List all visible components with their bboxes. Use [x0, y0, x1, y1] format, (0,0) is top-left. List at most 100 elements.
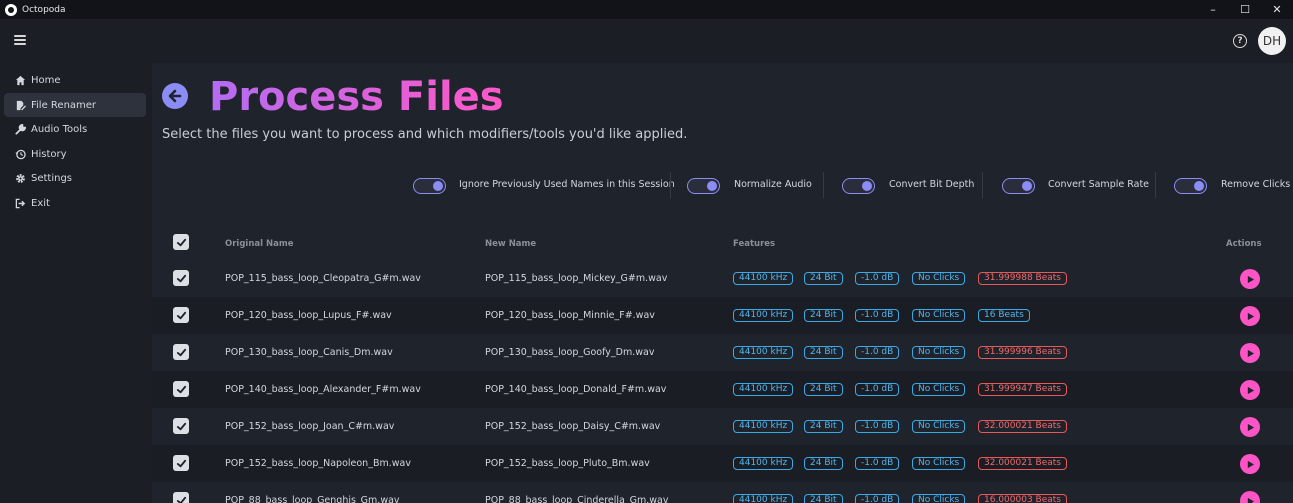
checkmark-icon: [176, 459, 186, 467]
sidebar-item-home[interactable]: Home: [4, 68, 146, 92]
clicks-badge: No Clicks: [912, 420, 966, 433]
row-checkbox[interactable]: [173, 307, 189, 323]
play-button[interactable]: [1240, 306, 1260, 326]
bit-depth-badge: 24 Bit: [804, 272, 843, 285]
sample-rate-badge: 44100 kHz: [733, 383, 794, 396]
page-subtitle: Select the files you want to process and…: [162, 127, 688, 142]
checkmark-icon: [176, 238, 186, 246]
help-icon[interactable]: ?: [1233, 34, 1247, 48]
maximize-button[interactable]: ☐: [1229, 0, 1261, 19]
divider: [1155, 172, 1156, 198]
play-icon: [1247, 349, 1254, 357]
sidebar-item-exit[interactable]: Exit: [4, 191, 146, 215]
clicks-badge: No Clicks: [912, 494, 966, 503]
toggle-ignore-used-names[interactable]: [413, 178, 446, 194]
row-checkbox[interactable]: [173, 455, 189, 471]
toggle-convert-bit-depth[interactable]: [842, 178, 875, 194]
app-header: ? DH: [0, 19, 1293, 63]
avatar[interactable]: DH: [1258, 27, 1286, 55]
sample-rate-badge: 44100 kHz: [733, 494, 794, 503]
play-button[interactable]: [1240, 417, 1260, 437]
play-icon: [1247, 423, 1254, 431]
select-all-checkbox[interactable]: [173, 234, 189, 250]
beats-badge: 31.999996 Beats: [978, 346, 1067, 359]
new-name: POP_120_bass_loop_Minnie_F#.wav: [485, 310, 655, 321]
back-button[interactable]: [162, 83, 188, 109]
beats-badge: 32.000021 Beats: [978, 420, 1067, 433]
beats-badge: 16.000003 Beats: [978, 494, 1067, 503]
gain-badge: -1.0 dB: [855, 346, 900, 359]
new-name: POP_130_bass_loop_Goofy_Dm.wav: [485, 347, 655, 358]
divider: [982, 172, 983, 198]
toggle-label: Convert Bit Depth: [889, 179, 975, 190]
play-button[interactable]: [1240, 380, 1260, 400]
close-button[interactable]: ✕: [1261, 0, 1293, 19]
checkmark-icon: [176, 422, 186, 430]
gain-badge: -1.0 dB: [855, 494, 900, 503]
octopoda-logo-icon: [5, 3, 17, 16]
play-icon: [1247, 497, 1254, 503]
toggle-label: Ignore Previously Used Names in this Ses…: [459, 179, 675, 190]
toggle-label: Normalize Audio: [734, 179, 812, 190]
toggle-label: Remove Clicks: [1221, 179, 1291, 190]
sample-rate-badge: 44100 kHz: [733, 457, 794, 470]
sidebar-item-settings[interactable]: Settings: [4, 166, 146, 190]
table-row: POP_120_bass_loop_Lupus_F#.wav POP_120_b…: [152, 297, 1293, 334]
clicks-badge: No Clicks: [912, 346, 966, 359]
sample-rate-badge: 44100 kHz: [733, 309, 794, 322]
sidebar-item-label: Exit: [31, 197, 50, 209]
original-name: POP_152_bass_loop_Joan_C#m.wav: [225, 421, 395, 432]
bit-depth-badge: 24 Bit: [804, 494, 843, 503]
row-checkbox[interactable]: [173, 418, 189, 434]
gain-badge: -1.0 dB: [855, 272, 900, 285]
original-name: POP_140_bass_loop_Alexander_F#m.wav: [225, 384, 421, 395]
window-title: Octopoda: [22, 4, 66, 15]
play-icon: [1247, 386, 1254, 394]
gain-badge: -1.0 dB: [855, 383, 900, 396]
column-header-features: Features: [733, 239, 776, 249]
beats-badge: 16 Beats: [978, 309, 1030, 322]
bit-depth-badge: 24 Bit: [804, 457, 843, 470]
hamburger-menu-icon[interactable]: [14, 35, 26, 45]
sidebar-item-label: Home: [31, 74, 61, 86]
play-icon: [1247, 460, 1254, 468]
exit-icon: [14, 197, 26, 209]
row-checkbox[interactable]: [173, 270, 189, 286]
bit-depth-badge: 24 Bit: [804, 420, 843, 433]
toggle-remove-clicks[interactable]: [1174, 178, 1207, 194]
row-checkbox[interactable]: [173, 381, 189, 397]
clicks-badge: No Clicks: [912, 309, 966, 322]
sample-rate-badge: 44100 kHz: [733, 420, 794, 433]
row-checkbox[interactable]: [173, 492, 189, 503]
sidebar-item-audio-tools[interactable]: Audio Tools: [4, 117, 146, 141]
play-button[interactable]: [1240, 491, 1260, 503]
bit-depth-badge: 24 Bit: [804, 309, 843, 322]
toggle-convert-sample-rate[interactable]: [1002, 178, 1035, 194]
table-row: POP_140_bass_loop_Alexander_F#m.wav POP_…: [152, 371, 1293, 408]
table-row: POP_115_bass_loop_Cleopatra_G#m.wav POP_…: [152, 260, 1293, 297]
play-icon: [1247, 275, 1254, 283]
minimize-button[interactable]: –: [1197, 0, 1229, 19]
bit-depth-badge: 24 Bit: [804, 346, 843, 359]
sidebar: Home File Renamer Audio Tools History Se…: [0, 63, 152, 503]
original-name: POP_152_bass_loop_Napoleon_Bm.wav: [225, 458, 411, 469]
checkmark-icon: [176, 385, 186, 393]
play-icon: [1247, 312, 1254, 320]
beats-badge: 31.999988 Beats: [978, 272, 1067, 285]
toggle-label: Convert Sample Rate: [1048, 179, 1150, 190]
sidebar-item-history[interactable]: History: [4, 142, 146, 166]
checkmark-icon: [176, 274, 186, 282]
toggle-normalize-audio[interactable]: [687, 178, 720, 194]
play-button[interactable]: [1240, 454, 1260, 474]
sidebar-item-file-renamer[interactable]: File Renamer: [4, 93, 146, 117]
row-checkbox[interactable]: [173, 344, 189, 360]
new-name: POP_88_bass_loop_Cinderella_Gm.wav: [485, 495, 669, 503]
play-button[interactable]: [1240, 343, 1260, 363]
sidebar-item-label: History: [31, 148, 67, 160]
sample-rate-badge: 44100 kHz: [733, 346, 794, 359]
file-edit-icon: [14, 99, 26, 111]
new-name: POP_140_bass_loop_Donald_F#m.wav: [485, 384, 667, 395]
clicks-badge: No Clicks: [912, 272, 966, 285]
gain-badge: -1.0 dB: [855, 309, 900, 322]
play-button[interactable]: [1240, 269, 1260, 289]
